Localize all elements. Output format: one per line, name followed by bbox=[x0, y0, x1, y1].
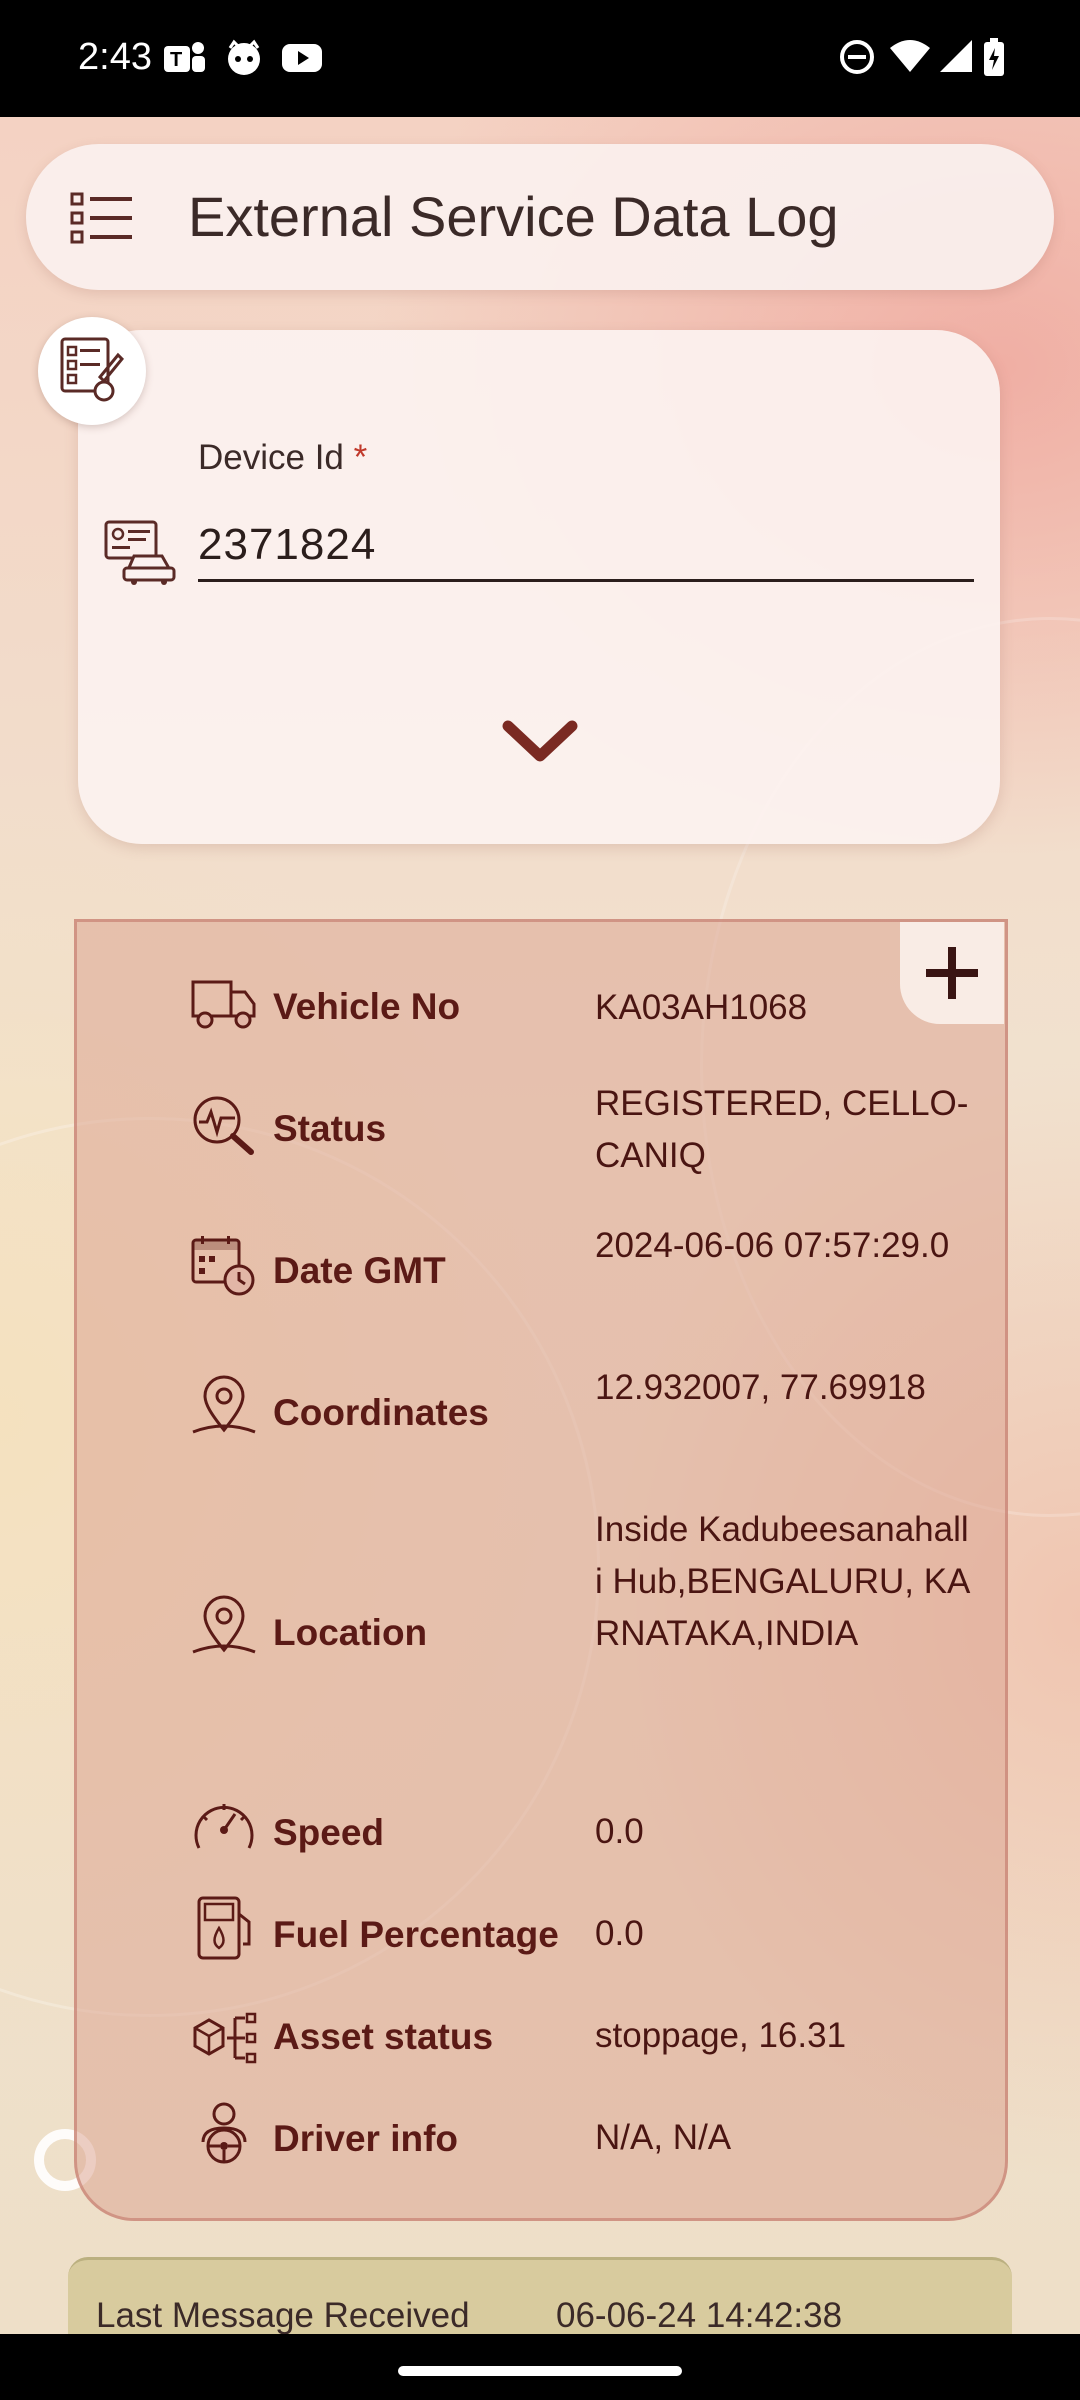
device-form-card: Device Id * bbox=[78, 330, 1000, 844]
date-gmt-label: Date GMT bbox=[273, 1250, 446, 1291]
status-label: Status bbox=[273, 1108, 387, 1149]
device-id-label: Device Id * bbox=[198, 438, 368, 477]
do-not-disturb-icon bbox=[840, 40, 874, 74]
device-id-input[interactable] bbox=[198, 510, 974, 582]
location-label: Location bbox=[273, 1612, 428, 1653]
fuel-icon bbox=[197, 1896, 251, 1960]
asset-status-value: stoppage, 16.31 bbox=[595, 2016, 847, 2055]
driver-info-value: N/A, N/A bbox=[595, 2118, 732, 2157]
asset-tree-icon bbox=[193, 2012, 257, 2064]
signal-icon bbox=[940, 40, 972, 72]
svg-text:T: T bbox=[170, 49, 182, 71]
navigation-bar bbox=[0, 2334, 1080, 2400]
driver-icon bbox=[201, 2102, 247, 2164]
calendar-clock-icon bbox=[191, 1236, 255, 1296]
youtube-icon bbox=[282, 44, 322, 72]
vehicle-no-label: Vehicle No bbox=[273, 986, 461, 1027]
status-value: REGISTERED, CELLO-CANIQ bbox=[595, 1084, 969, 1175]
vehicle-id-card-icon bbox=[104, 520, 176, 585]
speed-label: Speed bbox=[273, 1812, 385, 1853]
teams-icon: T bbox=[164, 42, 205, 72]
last-message-label: Last Message Received bbox=[96, 2296, 470, 2334]
status-time: 2:43 bbox=[78, 36, 152, 78]
speedometer-icon bbox=[194, 1804, 254, 1849]
location-value: Inside Kadubeesanahalli Hub,BENGALURU, K… bbox=[595, 1510, 971, 1653]
truck-icon bbox=[191, 980, 256, 1029]
fuel-percentage-label: Fuel Percentage bbox=[273, 1914, 559, 1955]
coordinates-label: Coordinates bbox=[273, 1392, 489, 1433]
wifi-icon bbox=[890, 40, 930, 72]
date-gmt-value: 2024-06-06 07:57:29.0 bbox=[595, 1226, 950, 1265]
checklist-edit-icon bbox=[60, 337, 124, 402]
vehicle-no-value: KA03AH1068 bbox=[595, 988, 808, 1027]
status-search-icon bbox=[193, 1096, 254, 1155]
location-pin-icon bbox=[192, 1375, 256, 1434]
fuel-percentage-value: 0.0 bbox=[595, 1914, 644, 1953]
top-app-bar: External Service Data Log bbox=[26, 144, 1054, 290]
list-menu-icon[interactable] bbox=[70, 192, 134, 244]
vehicle-details-card: Vehicle No KA03AH1068 Status REGISTERED,… bbox=[74, 919, 1008, 2221]
asset-status-label: Asset status bbox=[273, 2016, 494, 2057]
status-bar: 2:43 T bbox=[0, 0, 1080, 117]
last-message-panel: Last Message Received 06-06-24 14:42:38 bbox=[68, 2257, 1012, 2334]
app-screen: External Service Data Log Device Id * 23… bbox=[0, 117, 1080, 2334]
form-badge bbox=[38, 317, 146, 425]
home-handle[interactable] bbox=[398, 2366, 682, 2376]
location-pin-icon bbox=[192, 1595, 256, 1654]
coordinates-value: 12.932007, 77.69918 bbox=[595, 1368, 926, 1407]
speed-value: 0.0 bbox=[595, 1812, 644, 1851]
battery-charging-icon bbox=[984, 38, 1004, 76]
page-title: External Service Data Log bbox=[188, 185, 839, 248]
last-message-value: 06-06-24 14:42:38 bbox=[556, 2296, 843, 2334]
chevron-down-icon[interactable] bbox=[502, 718, 578, 766]
driver-info-label: Driver info bbox=[273, 2118, 459, 2159]
cat-face-icon bbox=[228, 39, 260, 75]
